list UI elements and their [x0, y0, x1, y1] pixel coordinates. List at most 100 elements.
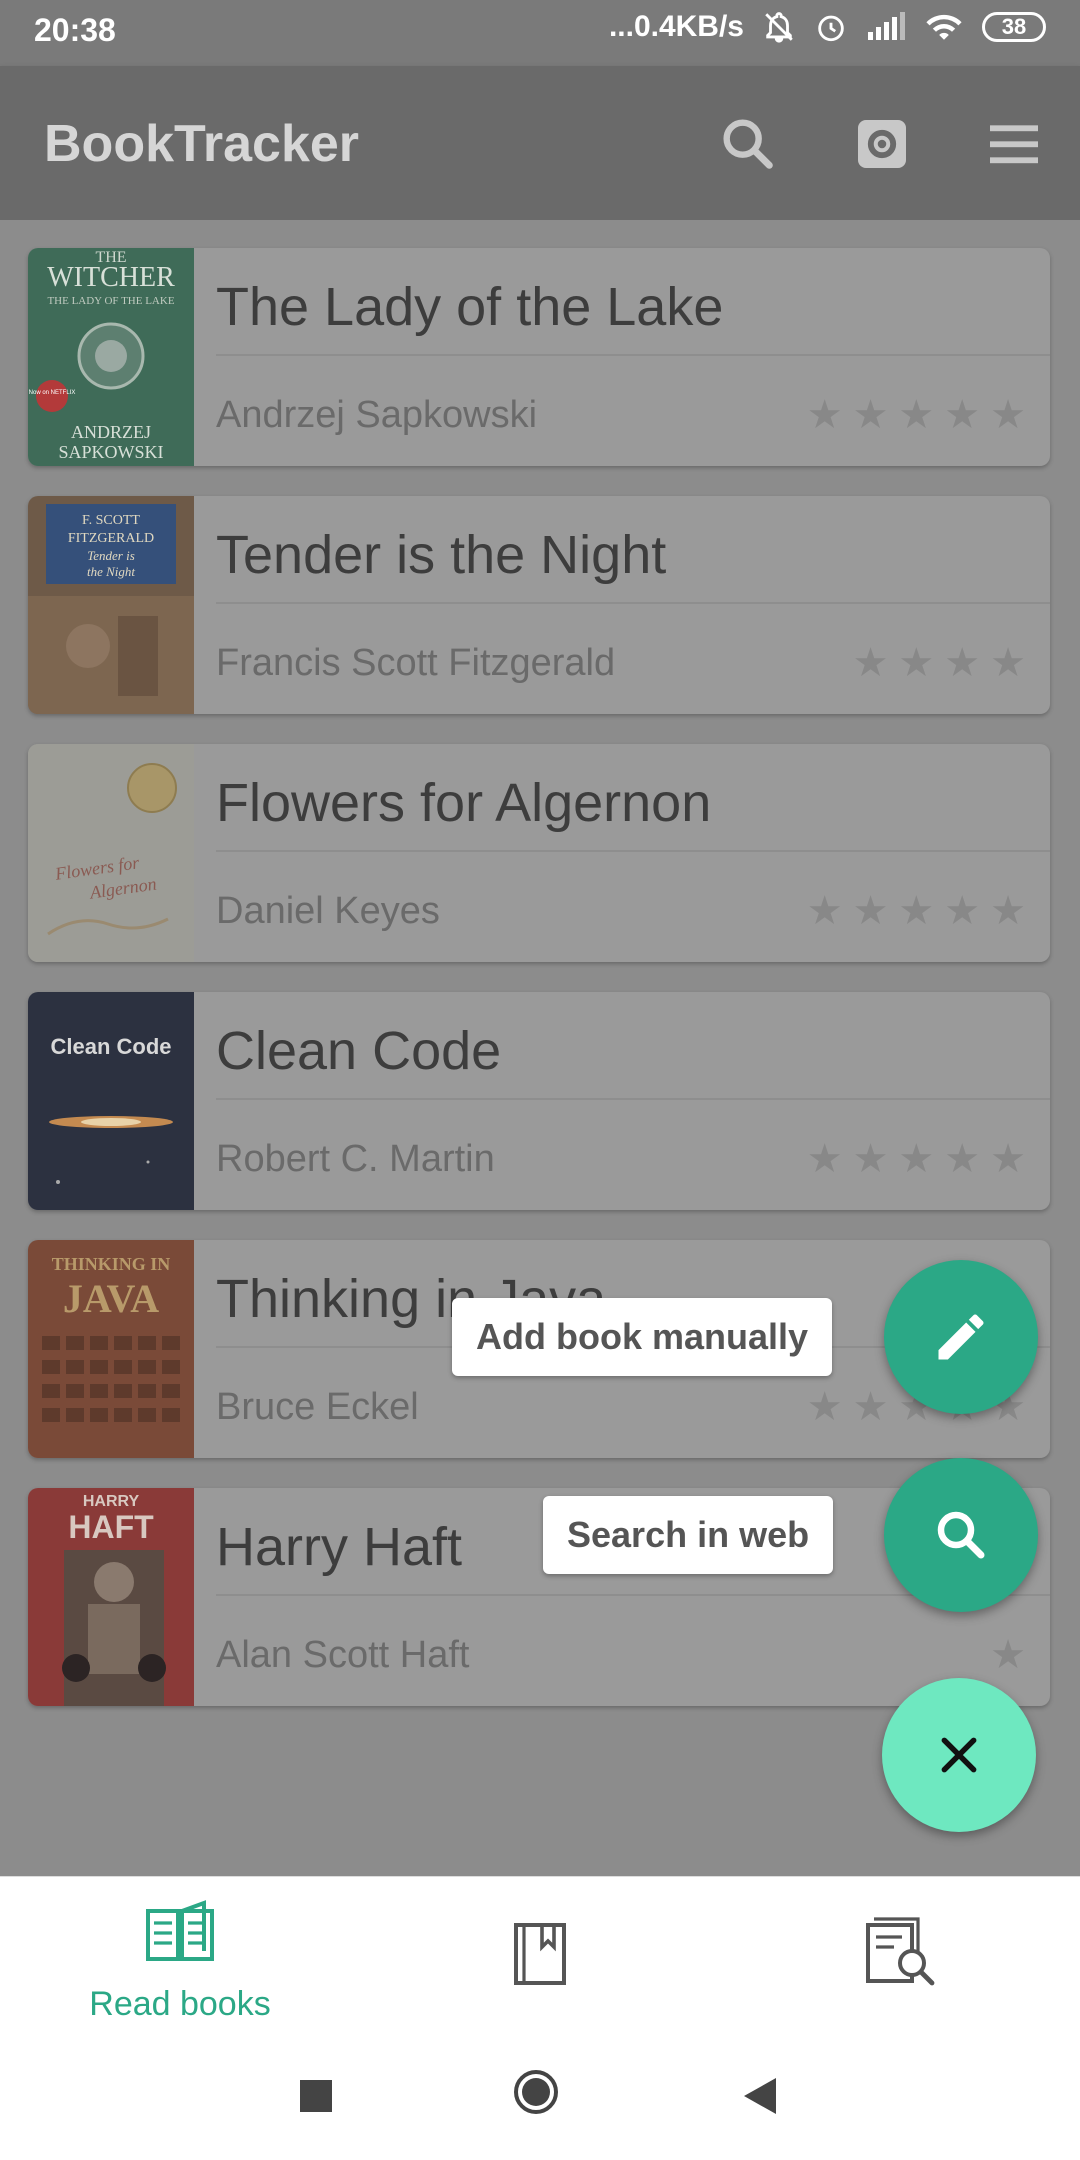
svg-text:WITCHER: WITCHER — [47, 262, 175, 293]
star-icon: ★ — [944, 393, 981, 437]
back-icon[interactable] — [742, 2076, 778, 2116]
nav-bookmarks[interactable] — [360, 1877, 720, 2031]
svg-text:F. SCOTT: F. SCOTT — [82, 513, 140, 528]
system-navigation-bar — [0, 2030, 1080, 2160]
book-cover: HARRY HAFT — [28, 1488, 194, 1706]
search-icon[interactable] — [716, 112, 780, 176]
home-dot — [522, 2078, 550, 2106]
app-bar: BookTracker — [0, 66, 1080, 220]
edit-icon — [938, 1314, 984, 1360]
svg-text:Now on NETFLIX: Now on NETFLIX — [29, 390, 76, 396]
divider — [216, 1098, 1050, 1100]
star-icon: ★ — [944, 641, 981, 685]
book-title: The Lady of the Lake — [216, 277, 724, 337]
divider — [216, 850, 1050, 852]
star-icon: ★ — [898, 889, 935, 933]
mute-icon — [765, 12, 793, 43]
book-card[interactable]: F. SCOTT FITZGERALD Tender is the Night … — [28, 496, 1050, 714]
star-icon: ★ — [990, 1137, 1026, 1181]
book-author: Alan Scott Haft — [216, 1634, 470, 1676]
nav-search-books[interactable] — [720, 1877, 1080, 2031]
svg-text:Clean Code: Clean Code — [50, 1034, 171, 1059]
star-icon: ★ — [806, 1137, 843, 1181]
star-icon: ★ — [990, 393, 1026, 437]
book-search-icon — [866, 1917, 935, 1986]
bottom-navigation: Read books — [0, 1876, 1080, 2031]
home-icon[interactable] — [514, 2070, 558, 2114]
svg-text:Tender is: Tender is — [87, 548, 135, 563]
status-bar: 20:38 ...0.4KB/s 38 — [0, 0, 1080, 66]
divider — [216, 602, 1050, 604]
book-cover: Flowers for Algernon — [28, 744, 194, 962]
wifi-icon — [926, 14, 962, 40]
svg-text:HARRY: HARRY — [83, 1493, 140, 1510]
rating-stars: ★ ★ ★ ★ — [853, 640, 1026, 686]
star-icon: ★ — [852, 1385, 889, 1429]
nav-read-books[interactable]: Read books — [0, 1877, 360, 2031]
alarm-icon — [818, 15, 844, 42]
star-icon: ★ — [852, 1137, 889, 1181]
search-icon — [937, 1511, 985, 1559]
rating-stars: ★ — [990, 1632, 1026, 1678]
star-icon: ★ — [944, 889, 981, 933]
star-icon: ★ — [990, 889, 1026, 933]
svg-text:HAFT: HAFT — [68, 1509, 154, 1545]
app-title: BookTracker — [44, 115, 360, 173]
svg-text:ANDRZEJ: ANDRZEJ — [71, 422, 151, 442]
book-card[interactable]: THE WITCHER THE LADY OF THE LAKE Now on … — [28, 248, 1050, 466]
rating-stars: ★★★★★ — [807, 392, 1026, 438]
book-title: Harry Haft — [216, 1517, 463, 1577]
book-card[interactable]: Clean Code Clean Code Robert C. Martin ★… — [28, 992, 1050, 1210]
book-card[interactable]: Flowers for Algernon Flowers for Algerno… — [28, 744, 1050, 962]
star-icon: ★ — [990, 641, 1026, 685]
star-icon: ★ — [898, 1137, 935, 1181]
star-icon: ★ — [806, 889, 843, 933]
add-book-manually-button[interactable] — [884, 1260, 1038, 1414]
star-icon: ★ — [898, 641, 935, 685]
status-icons: ...0.4KB/s 38 — [609, 10, 1046, 44]
book-cover: F. SCOTT FITZGERALD Tender is the Night — [28, 496, 194, 714]
nav-read-books-label: Read books — [89, 1985, 271, 2023]
star-icon: ★ — [898, 393, 935, 437]
star-icon: ★ — [852, 393, 889, 437]
search-in-web-button[interactable] — [884, 1458, 1038, 1612]
status-time: 20:38 — [34, 12, 116, 48]
search-in-web-label[interactable]: Search in web — [543, 1496, 834, 1574]
close-icon — [941, 1737, 977, 1773]
book-list: THE WITCHER THE LADY OF THE LAKE Now on … — [0, 220, 1080, 1876]
book-author: Robert C. Martin — [216, 1138, 495, 1180]
open-book-icon — [146, 1900, 214, 1961]
star-icon: ★ — [806, 393, 843, 437]
bookmark-book-icon — [514, 1923, 566, 1985]
book-author: Francis Scott Fitzgerald — [216, 642, 616, 684]
network-speed: ...0.4KB/s — [608, 10, 744, 43]
book-title: Flowers for Algernon — [216, 773, 712, 833]
rating-stars: ★★★★★ — [807, 888, 1026, 934]
svg-text:JAVA: JAVA — [63, 1276, 159, 1321]
svg-text:THINKING IN: THINKING IN — [52, 1254, 171, 1274]
svg-text:THE LADY OF THE LAKE: THE LADY OF THE LAKE — [47, 295, 174, 307]
star-icon: ★ — [852, 889, 889, 933]
book-author: Daniel Keyes — [216, 890, 440, 932]
book-author: Bruce Eckel — [216, 1386, 419, 1428]
star-icon: ★ — [944, 1137, 981, 1181]
book-title: Clean Code — [216, 1021, 502, 1081]
rating-stars: ★★★★★ — [807, 1136, 1026, 1182]
book-cover: Clean Code — [28, 992, 194, 1210]
close-fab-button[interactable] — [882, 1678, 1036, 1832]
book-author: Andrzej Sapkowski — [216, 394, 538, 436]
menu-icon[interactable] — [982, 112, 1046, 176]
recents-icon[interactable] — [300, 2080, 332, 2112]
star-icon: ★ — [990, 1633, 1026, 1677]
svg-text:the Night: the Night — [87, 564, 135, 579]
book-title: Tender is the Night — [216, 525, 667, 585]
settings-icon[interactable] — [850, 112, 914, 176]
book-cover: THINKING IN JAVA — [28, 1240, 194, 1458]
add-book-manually-label[interactable]: Add book manually — [452, 1298, 833, 1376]
star-icon: ★ — [852, 641, 889, 685]
divider — [216, 354, 1050, 356]
svg-text:FITZGERALD: FITZGERALD — [68, 531, 154, 546]
star-icon: ★ — [806, 1385, 843, 1429]
signal-icon — [868, 12, 905, 40]
book-cover: THE WITCHER THE LADY OF THE LAKE Now on … — [28, 248, 194, 466]
